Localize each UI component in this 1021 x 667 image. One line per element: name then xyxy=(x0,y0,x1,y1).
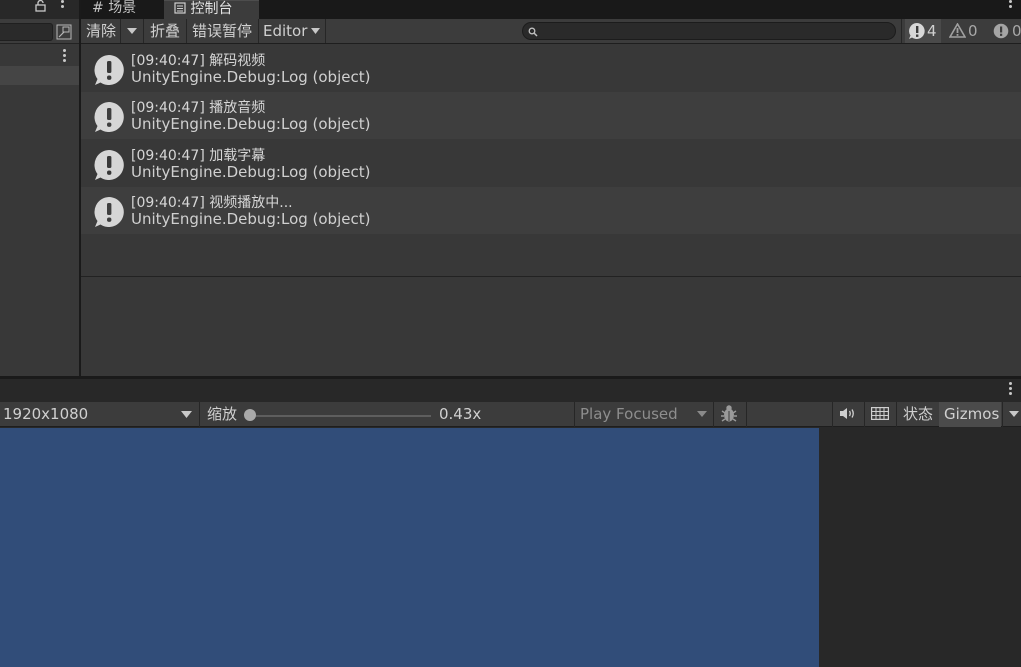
log-entry-message: [09:40:47] 视频播放中... xyxy=(131,192,293,212)
hierarchy-row[interactable] xyxy=(0,66,79,85)
toolbar-separator xyxy=(896,402,897,427)
speaker-icon[interactable] xyxy=(838,406,858,421)
resolution-label: 1920x1080 xyxy=(3,405,89,423)
warning-count[interactable]: 0 xyxy=(968,19,978,43)
toolbar-separator xyxy=(901,19,902,43)
toolbar-separator xyxy=(832,402,833,427)
log-entry[interactable]: [09:40:47] 播放音频 UnityEngine.Debug:Log (o… xyxy=(81,92,1021,139)
game-viewport[interactable] xyxy=(0,428,819,667)
game-view-menu-icon[interactable] xyxy=(1009,382,1012,397)
gizmos-label: Gizmos xyxy=(944,405,1000,423)
toolbar-separator xyxy=(199,402,200,427)
log-entry-text: 加载字幕 xyxy=(209,148,266,164)
tab-scene-label: 场景 xyxy=(108,0,137,16)
stats-button[interactable]: 状态 xyxy=(903,402,933,427)
info-message-icon xyxy=(94,197,124,227)
toolbar-separator xyxy=(120,19,121,43)
log-entry-time: [09:40:47] xyxy=(131,148,205,164)
hierarchy-search-input[interactable] xyxy=(0,23,53,41)
lock-icon[interactable] xyxy=(35,0,47,12)
log-entry-source: UnityEngine.Debug:Log (object) xyxy=(131,115,371,133)
log-entry-text: 视频播放中... xyxy=(209,195,293,211)
log-entry-source: UnityEngine.Debug:Log (object) xyxy=(131,210,371,228)
editor-dropdown-label: Editor xyxy=(263,22,308,40)
log-detail-area xyxy=(81,277,1021,376)
resolution-dropdown[interactable]: 1920x1080 xyxy=(3,402,88,427)
collapse-button[interactable]: 折叠 xyxy=(150,19,180,43)
hierarchy-item-menu-icon[interactable] xyxy=(63,49,66,64)
log-entry[interactable]: [09:40:47] 加载字幕 UnityEngine.Debug:Log (o… xyxy=(81,140,1021,187)
chevron-down-icon xyxy=(311,28,320,34)
tab-scene[interactable]: # 场景 xyxy=(86,0,162,19)
log-entry-message: [09:40:47] 解码视频 xyxy=(131,50,265,70)
log-entry-message: [09:40:47] 播放音频 xyxy=(131,97,265,117)
game-view-letterbox xyxy=(819,428,1021,667)
toolbar-separator xyxy=(1002,402,1003,427)
play-mode-dropdown[interactable]: Play Focused xyxy=(580,402,678,427)
toolbar-separator xyxy=(258,19,259,43)
hierarchy-menu-icon[interactable] xyxy=(61,0,64,10)
editor-dropdown[interactable]: Editor xyxy=(263,19,307,43)
log-entry-time: [09:40:47] xyxy=(131,53,205,69)
info-message-icon xyxy=(94,55,124,85)
tab-console-label: 控制台 xyxy=(190,1,233,17)
gizmos-dropdown-icon[interactable] xyxy=(1009,411,1019,417)
log-entry-time: [09:40:47] xyxy=(131,195,205,211)
scale-value: 0.43x xyxy=(439,405,482,423)
toolbar-separator xyxy=(746,402,747,427)
error-count[interactable]: 0 xyxy=(1012,19,1021,43)
toolbar-separator xyxy=(186,19,187,43)
tab-console[interactable]: 控制台 xyxy=(164,0,259,19)
log-entry-message: [09:40:47] 加载字幕 xyxy=(131,145,265,165)
log-entry[interactable]: [09:40:47] 视频播放中... UnityEngine.Debug:Lo… xyxy=(81,187,1021,234)
search-icon xyxy=(528,27,538,37)
clear-options-dropdown-icon[interactable] xyxy=(127,27,137,35)
scale-label: 缩放 xyxy=(207,405,238,423)
log-count: 4 xyxy=(927,22,937,40)
log-entry-source: UnityEngine.Debug:Log (object) xyxy=(131,68,371,86)
warning-icon xyxy=(949,23,966,38)
toolbar-separator xyxy=(574,402,575,427)
console-menu-icon[interactable] xyxy=(1009,0,1012,10)
log-entry-source: UnityEngine.Debug:Log (object) xyxy=(131,163,371,181)
scene-search-mode-icon[interactable] xyxy=(56,24,72,40)
console-search-input[interactable] xyxy=(522,22,896,40)
log-entry-time: [09:40:47] xyxy=(131,100,205,116)
keyboard-icon[interactable] xyxy=(871,407,889,420)
error-icon xyxy=(993,23,1009,39)
game-view-tab-strip xyxy=(0,379,1021,402)
scale-slider-handle[interactable] xyxy=(244,409,256,421)
grid-icon: # xyxy=(92,0,104,16)
bug-icon[interactable] xyxy=(720,404,738,423)
toolbar-separator xyxy=(325,19,326,43)
info-icon xyxy=(909,23,925,39)
error-pause-button[interactable]: 错误暂停 xyxy=(192,19,252,43)
toolbar-separator xyxy=(713,402,714,427)
chevron-down-icon xyxy=(697,411,707,417)
log-entry-text: 播放音频 xyxy=(209,100,266,116)
toolbar-separator xyxy=(864,402,865,427)
info-message-icon xyxy=(94,150,124,180)
hierarchy-panel xyxy=(0,0,81,376)
console-icon xyxy=(174,2,186,14)
log-entry-text: 解码视频 xyxy=(209,53,266,69)
chevron-down-icon xyxy=(181,411,192,418)
game-view-toolbar xyxy=(0,402,1021,427)
toolbar-separator xyxy=(143,19,144,43)
clear-button[interactable]: 清除 xyxy=(86,19,116,43)
log-entry[interactable]: [09:40:47] 解码视频 UnityEngine.Debug:Log (o… xyxy=(81,45,1021,92)
info-message-icon xyxy=(94,102,124,132)
scale-slider-track[interactable] xyxy=(249,415,431,417)
play-mode-label: Play Focused xyxy=(580,405,678,423)
